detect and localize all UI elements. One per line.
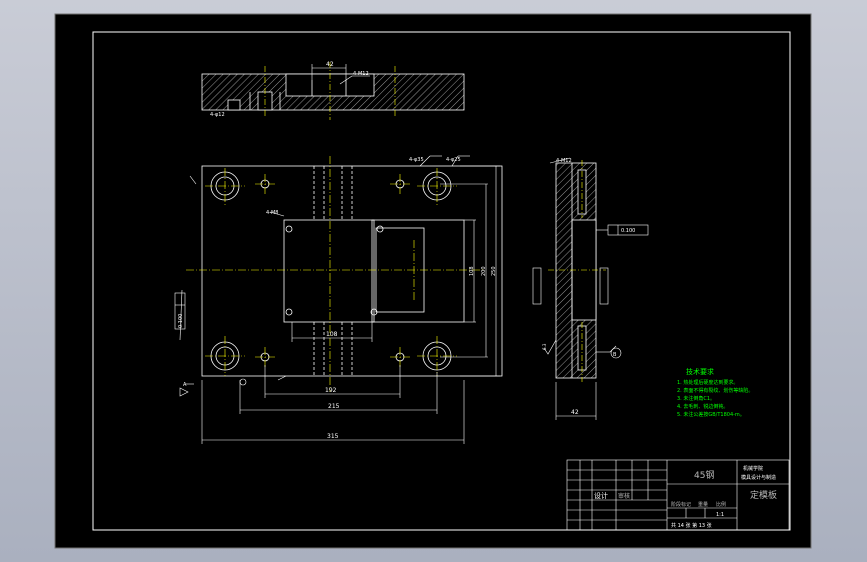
top-view-width-dim: 42: [326, 61, 334, 68]
title-block-company-2: 模具设计与制造: [741, 474, 776, 481]
datum-a-label: A: [183, 382, 187, 388]
hole-note-2: 4-φ25: [446, 157, 461, 163]
cad-drawing-canvas: 42 4-M12 4-φ12 315 215 192 108 108 200 2…: [54, 13, 812, 549]
dim-cavity-width: 108: [326, 331, 338, 338]
tech-note-item: 3. 未注倒角C1。: [677, 395, 715, 402]
tech-note-item: 1. 热处理后硬度达到要求。: [677, 379, 738, 386]
dim-height-1: 250: [491, 266, 497, 276]
title-block-weight-label: 重量: [698, 501, 708, 508]
top-section-view: [201, 73, 465, 111]
title-block-sheet-info: 共 14 张 第 13 张: [671, 522, 712, 529]
roughness-value: 6.3: [542, 343, 547, 350]
dim-overall-width: 315: [327, 433, 339, 440]
title-block-scale-label: 比例: [716, 501, 726, 508]
flatness-value: 0.100: [178, 314, 184, 328]
hole-note-3: 4-M8: [266, 210, 278, 216]
title-block-stage-label: 阶段标记: [671, 501, 691, 508]
dim-hole-span: 192: [325, 387, 337, 394]
title-block-designer: 设计: [594, 491, 608, 500]
side-view-thickness: 42: [571, 409, 579, 416]
tech-note-item: 4. 去毛刺、锐边倒钝。: [677, 403, 728, 410]
side-tolerance-value: 0.100: [621, 228, 635, 234]
dim-height-2: 200: [481, 266, 487, 276]
top-view-hole-note: 4-M12: [353, 71, 369, 77]
title-block-company-1: 机械学院: [743, 465, 763, 472]
tech-note-item: 5. 未注公差按GB/T1804-m。: [677, 411, 745, 418]
dim-height-3: 108: [469, 266, 475, 276]
datum-b-label: B: [613, 352, 617, 358]
title-block-material: 45钢: [694, 469, 714, 481]
tech-notes-title: 技术要求: [686, 367, 714, 376]
title-block-scale: 1:1: [716, 512, 724, 518]
side-view: [555, 162, 597, 379]
side-view-hole-note: 4-M12: [556, 158, 572, 164]
title-block-checker: 审核: [618, 492, 630, 500]
dim-inner-width: 215: [328, 403, 340, 410]
tech-note-item: 2. 表面不得有裂纹、划伤等缺陷。: [677, 387, 753, 394]
title-block-part-name: 定模板: [750, 489, 777, 501]
top-view-pin-note: 4-φ12: [210, 112, 225, 118]
hole-note-1: 4-φ35: [409, 157, 424, 163]
